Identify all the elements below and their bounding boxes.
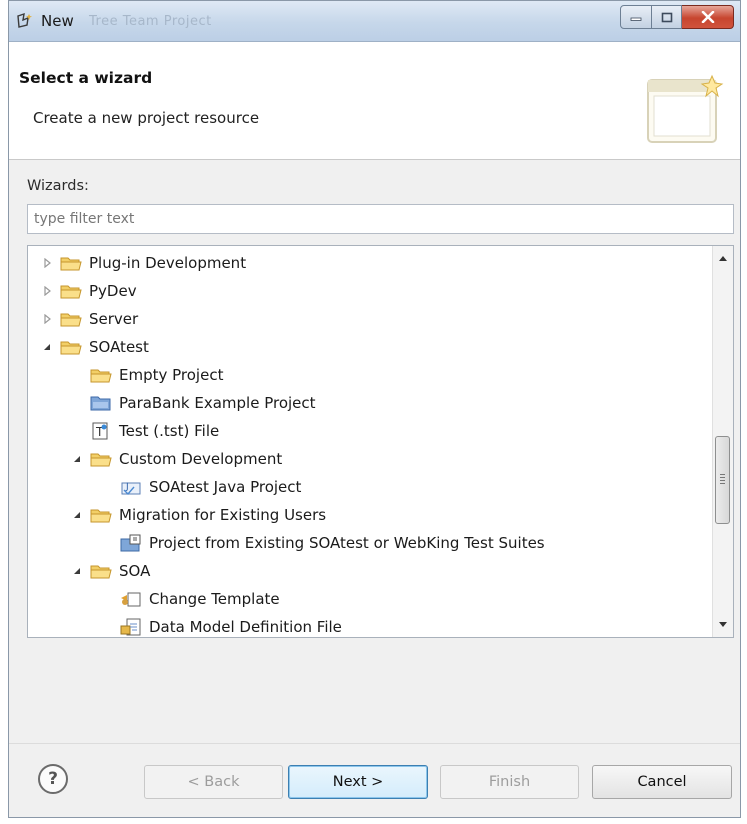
grip-line bbox=[720, 477, 725, 478]
tree-item[interactable]: Project from Existing SOAtest or WebKing… bbox=[28, 529, 711, 557]
tree-collapse-icon[interactable] bbox=[72, 454, 82, 464]
tree-item[interactable]: T Test (.tst) File bbox=[28, 417, 711, 445]
tree-item-label: Data Model Definition File bbox=[149, 618, 342, 636]
tree-expand-icon[interactable] bbox=[42, 314, 52, 324]
footer-divider bbox=[9, 743, 740, 744]
back-button[interactable]: < Back bbox=[144, 765, 283, 799]
minimize-button[interactable] bbox=[620, 5, 652, 29]
tree-item[interactable]: SOAtest bbox=[28, 333, 711, 361]
tree-item[interactable]: J SOAtest Java Project bbox=[28, 473, 711, 501]
tree-item[interactable]: PyDev bbox=[28, 277, 711, 305]
folder-icon bbox=[60, 254, 82, 272]
tree-expander[interactable] bbox=[40, 340, 54, 354]
folder-icon bbox=[90, 366, 112, 384]
folder-icon bbox=[90, 450, 112, 468]
tree-item-label: SOAtest bbox=[89, 338, 149, 356]
tree-item[interactable]: Custom Development bbox=[28, 445, 711, 473]
svg-text:J: J bbox=[125, 482, 129, 492]
tree-item[interactable]: ParaBank Example Project bbox=[28, 389, 711, 417]
tree-item-label: Server bbox=[89, 310, 139, 328]
vertical-scrollbar[interactable] bbox=[712, 246, 733, 637]
help-button[interactable]: ? bbox=[38, 764, 68, 794]
tree-item[interactable]: Migration for Existing Users bbox=[28, 501, 711, 529]
grip-line bbox=[720, 474, 725, 475]
folder-icon bbox=[90, 506, 112, 524]
folder-icon bbox=[90, 562, 112, 580]
tree-item[interactable]: Plug-in Development bbox=[28, 249, 711, 277]
close-button[interactable] bbox=[682, 5, 734, 29]
page-title: Select a wizard bbox=[19, 69, 153, 87]
wizard-header: Select a wizard Create a new project res… bbox=[9, 42, 740, 160]
wizards-label: Wizards: bbox=[27, 178, 89, 194]
tree-expander[interactable] bbox=[70, 452, 84, 466]
finish-button[interactable]: Finish bbox=[440, 765, 579, 799]
grip-line bbox=[720, 483, 725, 484]
maximize-icon bbox=[661, 12, 672, 22]
tree-collapse-icon[interactable] bbox=[72, 510, 82, 520]
tree-collapse-icon[interactable] bbox=[42, 342, 52, 352]
new-wizard-dialog: New Tree Team Project Select a wizard Cr… bbox=[8, 0, 741, 818]
title-bar[interactable]: New Tree Team Project bbox=[9, 1, 740, 42]
minimize-icon bbox=[630, 17, 642, 21]
scroll-up-icon bbox=[719, 256, 727, 261]
tree-expander[interactable] bbox=[40, 256, 54, 270]
data-model-icon bbox=[120, 618, 142, 636]
folder-icon bbox=[60, 338, 82, 356]
tree-item[interactable]: Server bbox=[28, 305, 711, 333]
new-wizard-icon bbox=[17, 12, 32, 28]
tree-item-label: SOAtest Java Project bbox=[149, 478, 302, 496]
tree-item[interactable]: Empty Project bbox=[28, 361, 711, 389]
folder-icon bbox=[60, 282, 82, 300]
tree-item-label: Custom Development bbox=[119, 450, 283, 468]
template-icon bbox=[120, 590, 142, 608]
tree-item[interactable]: Data Model Definition File bbox=[28, 613, 711, 637]
tree-item-label: PyDev bbox=[89, 282, 137, 300]
scrollbar-thumb[interactable] bbox=[715, 436, 730, 524]
help-icon: ? bbox=[48, 769, 58, 789]
next-button[interactable]: Next > bbox=[288, 765, 428, 799]
tree-item-label: Project from Existing SOAtest or WebKing… bbox=[149, 534, 545, 552]
tree-item-label: Change Template bbox=[149, 590, 280, 608]
tree-expand-icon[interactable] bbox=[42, 258, 52, 268]
tree-item[interactable]: Change Template bbox=[28, 585, 711, 613]
scroll-down-icon bbox=[719, 622, 727, 627]
tree-item-label: Empty Project bbox=[119, 366, 224, 384]
wizard-tree[interactable]: Plug-in Development PyDev Server SOAtest Emp… bbox=[27, 245, 734, 638]
java-project-icon: J bbox=[120, 478, 142, 496]
tree-item-label: Plug-in Development bbox=[89, 254, 247, 272]
wizard-filter-input[interactable] bbox=[27, 204, 734, 234]
tree-item-label: ParaBank Example Project bbox=[119, 394, 316, 412]
project-icon bbox=[90, 394, 112, 412]
tree-item-label: SOA bbox=[119, 562, 151, 580]
grip-line bbox=[720, 480, 725, 481]
cancel-button[interactable]: Cancel bbox=[592, 765, 732, 799]
tree-expander[interactable] bbox=[70, 564, 84, 578]
scroll-up-arrow[interactable] bbox=[713, 248, 733, 268]
tree-collapse-icon[interactable] bbox=[72, 566, 82, 576]
window-title: New bbox=[41, 12, 74, 30]
scroll-down-arrow[interactable] bbox=[713, 615, 733, 635]
close-icon bbox=[701, 11, 714, 23]
tree-item-label: Test (.tst) File bbox=[119, 422, 220, 440]
tree-expand-icon[interactable] bbox=[42, 286, 52, 296]
new-wizard-banner-icon bbox=[647, 74, 724, 143]
import-project-icon bbox=[120, 534, 142, 552]
test-file-icon: T bbox=[90, 422, 112, 440]
folder-icon bbox=[60, 310, 82, 328]
maximize-button[interactable] bbox=[652, 5, 682, 29]
window-title-ghost: Tree Team Project bbox=[89, 14, 212, 29]
tree-expander[interactable] bbox=[40, 312, 54, 326]
tree-expander[interactable] bbox=[70, 508, 84, 522]
tree-item-label: Migration for Existing Users bbox=[119, 506, 327, 524]
tree-item[interactable]: SOA bbox=[28, 557, 711, 585]
page-description: Create a new project resource bbox=[33, 109, 260, 127]
tree-expander[interactable] bbox=[40, 284, 54, 298]
